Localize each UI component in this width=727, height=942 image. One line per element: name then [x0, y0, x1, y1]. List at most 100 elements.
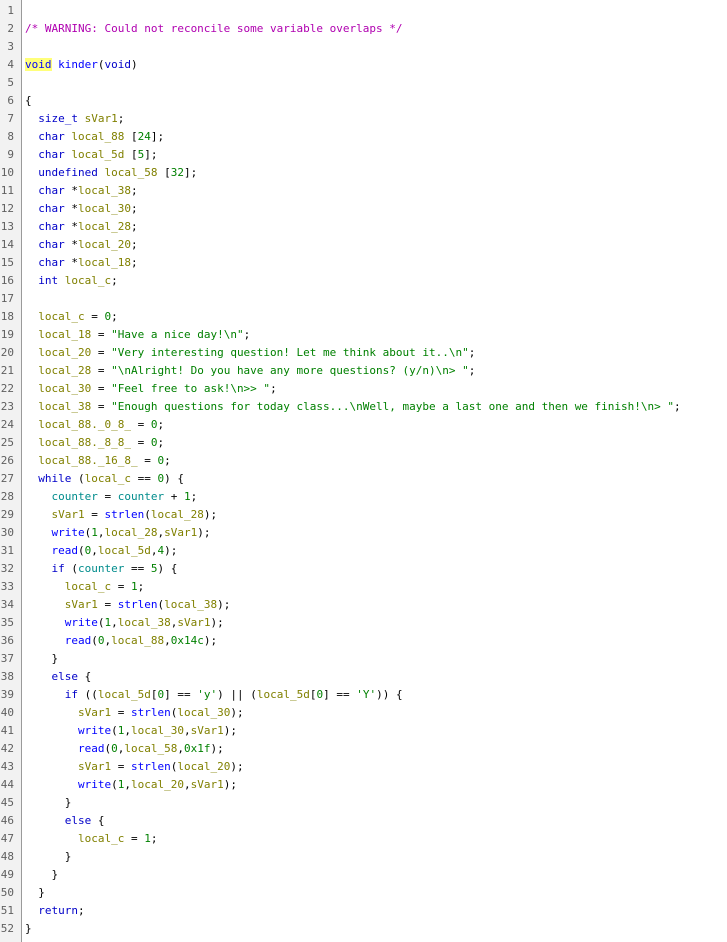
- code-text[interactable]: local_30 = "Feel free to ask!\n>> ";: [25, 380, 276, 398]
- code-line[interactable]: 44 write(1,local_20,sVar1);: [0, 776, 727, 794]
- code-text[interactable]: else {: [25, 668, 92, 686]
- code-line[interactable]: 9 char local_5d [5];: [0, 146, 727, 164]
- code-line[interactable]: 49 }: [0, 866, 727, 884]
- code-line[interactable]: 11 char *local_38;: [0, 182, 727, 200]
- code-line[interactable]: 16 int local_c;: [0, 272, 727, 290]
- code-text[interactable]: if ((local_5d[0] == 'y') || (local_5d[0]…: [25, 686, 403, 704]
- code-line[interactable]: 7 size_t sVar1;: [0, 110, 727, 128]
- number-token[interactable]: 1: [184, 490, 191, 503]
- variable-token[interactable]: local_28: [151, 508, 204, 521]
- code-line[interactable]: 30 write(1,local_28,sVar1);: [0, 524, 727, 542]
- code-line[interactable]: 28 counter = counter + 1;: [0, 488, 727, 506]
- code-line[interactable]: 18 local_c = 0;: [0, 308, 727, 326]
- code-line[interactable]: 31 read(0,local_5d,4);: [0, 542, 727, 560]
- number-token[interactable]: 32: [171, 166, 184, 179]
- variable-token[interactable]: sVar1: [191, 778, 224, 791]
- variable-token[interactable]: sVar1: [164, 526, 197, 539]
- code-text[interactable]: write(1,local_28,sVar1);: [25, 524, 211, 542]
- variable-token[interactable]: sVar1: [78, 760, 111, 773]
- code-line[interactable]: 19 local_18 = "Have a nice day!\n";: [0, 326, 727, 344]
- code-line[interactable]: 35 write(1,local_38,sVar1);: [0, 614, 727, 632]
- code-line[interactable]: 34 sVar1 = strlen(local_38);: [0, 596, 727, 614]
- variable-token[interactable]: local_20: [131, 778, 184, 791]
- variable-token[interactable]: sVar1: [52, 508, 85, 521]
- variable-token[interactable]: local_18: [78, 256, 131, 269]
- code-line[interactable]: 4 void kinder(void): [0, 56, 727, 74]
- variable-token[interactable]: local_30: [177, 706, 230, 719]
- function-token[interactable]: strlen: [131, 706, 171, 719]
- function-token[interactable]: write: [65, 616, 98, 629]
- variable-token[interactable]: local_20: [78, 238, 131, 251]
- code-text[interactable]: write(1,local_30,sVar1);: [25, 722, 237, 740]
- variable-token[interactable]: local_20: [177, 760, 230, 773]
- code-text[interactable]: char local_5d [5];: [25, 146, 157, 164]
- code-line[interactable]: 51 return;: [0, 902, 727, 920]
- variable-token[interactable]: local_30: [131, 724, 184, 737]
- variable-token[interactable]: local_28: [78, 220, 131, 233]
- code-text[interactable]: return;: [25, 902, 84, 920]
- code-line[interactable]: 40 sVar1 = strlen(local_30);: [0, 704, 727, 722]
- code-line[interactable]: 41 write(1,local_30,sVar1);: [0, 722, 727, 740]
- code-text[interactable]: local_88._0_8_ = 0;: [25, 416, 164, 434]
- code-text[interactable]: local_28 = "\nAlright! Do you have any m…: [25, 362, 475, 380]
- variable-token[interactable]: local_5d: [257, 688, 310, 701]
- string-token[interactable]: "\nAlright! Do you have any more questio…: [111, 364, 469, 377]
- variable-token[interactable]: local_88._16_8_: [38, 454, 137, 467]
- code-line[interactable]: 6{: [0, 92, 727, 110]
- variable-token[interactable]: local_c: [65, 274, 111, 287]
- code-line[interactable]: 5: [0, 74, 727, 92]
- decompiler-code-view[interactable]: 1 2/* WARNING: Could not reconcile some v…: [0, 0, 727, 942]
- code-line[interactable]: 39 if ((local_5d[0] == 'y') || (local_5d…: [0, 686, 727, 704]
- code-text[interactable]: write(1,local_20,sVar1);: [25, 776, 237, 794]
- variable-token[interactable]: local_20: [38, 346, 91, 359]
- code-line[interactable]: 14 char *local_20;: [0, 236, 727, 254]
- code-text[interactable]: }: [25, 866, 58, 884]
- type-token[interactable]: undefined: [38, 166, 98, 179]
- number-token[interactable]: 0x14c: [171, 634, 204, 647]
- code-text[interactable]: write(1,local_38,sVar1);: [25, 614, 224, 632]
- code-line[interactable]: 29 sVar1 = strlen(local_28);: [0, 506, 727, 524]
- comment-token[interactable]: /* WARNING: Could not reconcile some var…: [25, 22, 403, 35]
- number-token[interactable]: 24: [138, 130, 151, 143]
- code-text[interactable]: sVar1 = strlen(local_38);: [25, 596, 231, 614]
- code-text[interactable]: local_c = 1;: [25, 578, 144, 596]
- function-token[interactable]: write: [78, 778, 111, 791]
- variable-token[interactable]: local_28: [105, 526, 158, 539]
- code-line[interactable]: 43 sVar1 = strlen(local_20);: [0, 758, 727, 776]
- type-token[interactable]: char: [38, 238, 65, 251]
- code-text[interactable]: if (counter == 5) {: [25, 560, 178, 578]
- code-text[interactable]: char *local_18;: [25, 254, 137, 272]
- code-text[interactable]: local_88._16_8_ = 0;: [25, 452, 170, 470]
- global-token[interactable]: counter: [118, 490, 164, 503]
- code-line[interactable]: 48 }: [0, 848, 727, 866]
- variable-token[interactable]: local_58: [104, 166, 157, 179]
- function-token[interactable]: read: [52, 544, 79, 557]
- code-text[interactable]: read(0,local_88,0x14c);: [25, 632, 217, 650]
- code-line[interactable]: 24 local_88._0_8_ = 0;: [0, 416, 727, 434]
- type-token[interactable]: char: [38, 202, 65, 215]
- code-text[interactable]: char *local_20;: [25, 236, 137, 254]
- variable-token[interactable]: local_88: [111, 634, 164, 647]
- function-token[interactable]: strlen: [118, 598, 158, 611]
- code-line[interactable]: 36 read(0,local_88,0x14c);: [0, 632, 727, 650]
- code-line[interactable]: 47 local_c = 1;: [0, 830, 727, 848]
- code-text[interactable]: {: [25, 92, 32, 110]
- type-token[interactable]: void: [105, 58, 132, 71]
- string-token[interactable]: "Very interesting question! Let me think…: [111, 346, 469, 359]
- code-text[interactable]: }: [25, 650, 58, 668]
- variable-token[interactable]: sVar1: [65, 598, 98, 611]
- keyword-token[interactable]: if: [52, 562, 65, 575]
- code-line[interactable]: 20 local_20 = "Very interesting question…: [0, 344, 727, 362]
- code-text[interactable]: read(0,local_58,0x1f);: [25, 740, 224, 758]
- code-text[interactable]: char *local_28;: [25, 218, 137, 236]
- type-token[interactable]: char: [38, 130, 65, 143]
- variable-token[interactable]: local_38: [38, 400, 91, 413]
- code-text[interactable]: local_20 = "Very interesting question! L…: [25, 344, 475, 362]
- variable-token[interactable]: sVar1: [78, 706, 111, 719]
- type-token[interactable]: char: [38, 184, 65, 197]
- code-text[interactable]: /* WARNING: Could not reconcile some var…: [25, 20, 403, 38]
- function-token[interactable]: read: [65, 634, 92, 647]
- variable-token[interactable]: local_5d: [71, 148, 124, 161]
- variable-token[interactable]: local_c: [65, 580, 111, 593]
- code-line[interactable]: 45 }: [0, 794, 727, 812]
